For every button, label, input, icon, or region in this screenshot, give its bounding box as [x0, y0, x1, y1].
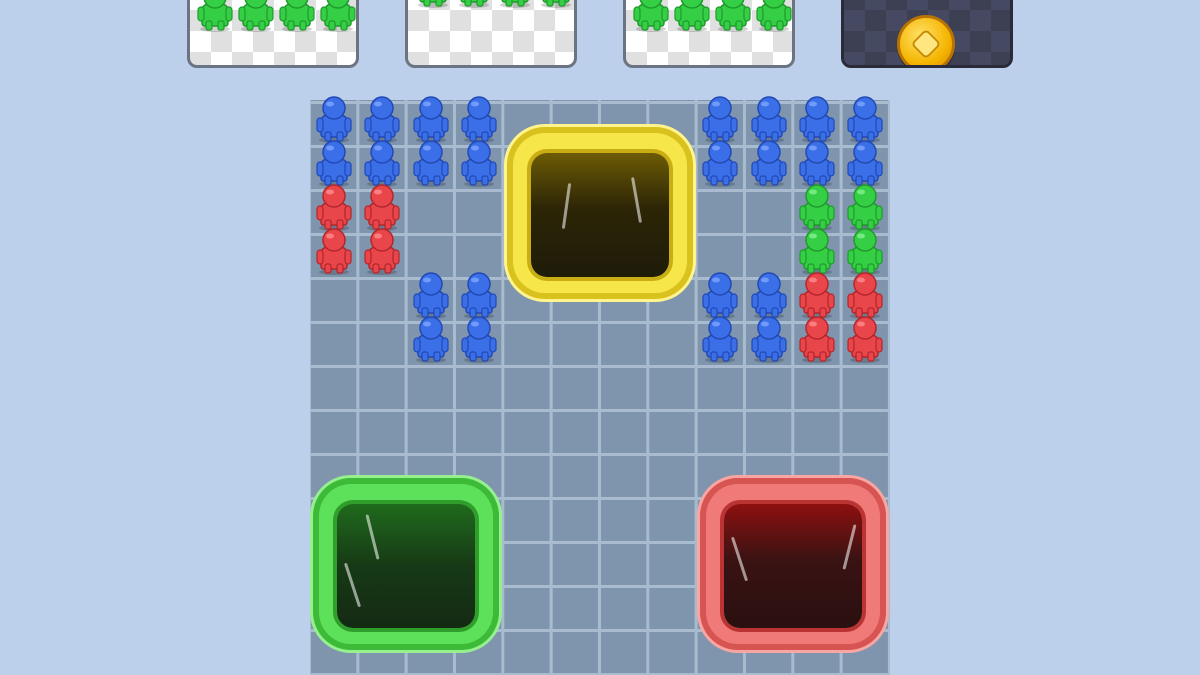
blue-person: [746, 96, 792, 144]
green-person: [751, 0, 792, 33]
green-person: [842, 184, 888, 232]
blue-person: [456, 96, 502, 144]
blue-person: [697, 272, 743, 320]
red-hole[interactable]: [700, 478, 886, 650]
slot-2[interactable]: [405, 0, 577, 68]
green-person: [451, 0, 497, 9]
hole-pit: [724, 504, 862, 628]
green-person: [192, 0, 238, 33]
red-person: [359, 228, 405, 276]
blue-person: [408, 140, 454, 188]
red-person: [842, 316, 888, 364]
blue-person: [697, 140, 743, 188]
green-person: [233, 0, 279, 33]
red-person: [842, 272, 888, 320]
slot-1[interactable]: [187, 0, 359, 68]
blue-person: [697, 316, 743, 364]
hole-pit: [531, 153, 669, 277]
blue-person: [697, 96, 743, 144]
blue-person: [456, 272, 502, 320]
yellow-hole[interactable]: [507, 127, 693, 299]
blue-person: [794, 140, 840, 188]
green-person: [794, 228, 840, 276]
blue-person: [746, 316, 792, 364]
green-person: [410, 0, 456, 9]
blue-person: [359, 96, 405, 144]
green-person: [274, 0, 320, 33]
blue-person: [408, 316, 454, 364]
red-person: [311, 228, 357, 276]
green-person: [842, 228, 888, 276]
coin-icon: [897, 15, 955, 65]
blue-person: [842, 96, 888, 144]
blue-person: [311, 96, 357, 144]
blue-person: [746, 140, 792, 188]
red-person: [359, 184, 405, 232]
blue-person: [746, 272, 792, 320]
blue-person: [842, 140, 888, 188]
blue-person: [408, 272, 454, 320]
green-person: [794, 184, 840, 232]
blue-person: [311, 140, 357, 188]
game-screen: [0, 0, 1200, 675]
hole-pit: [337, 504, 475, 628]
slot-3[interactable]: [623, 0, 795, 68]
red-person: [794, 316, 840, 364]
blue-person: [408, 96, 454, 144]
blue-person: [359, 140, 405, 188]
green-hole[interactable]: [313, 478, 499, 650]
red-person: [311, 184, 357, 232]
blue-person: [456, 140, 502, 188]
blue-person: [456, 316, 502, 364]
green-person: [710, 0, 756, 33]
slot-4[interactable]: [841, 0, 1013, 68]
red-person: [794, 272, 840, 320]
blue-person: [794, 96, 840, 144]
green-person: [315, 0, 356, 33]
green-person: [669, 0, 715, 33]
green-person: [533, 0, 574, 9]
green-person: [628, 0, 674, 33]
green-person: [492, 0, 538, 9]
